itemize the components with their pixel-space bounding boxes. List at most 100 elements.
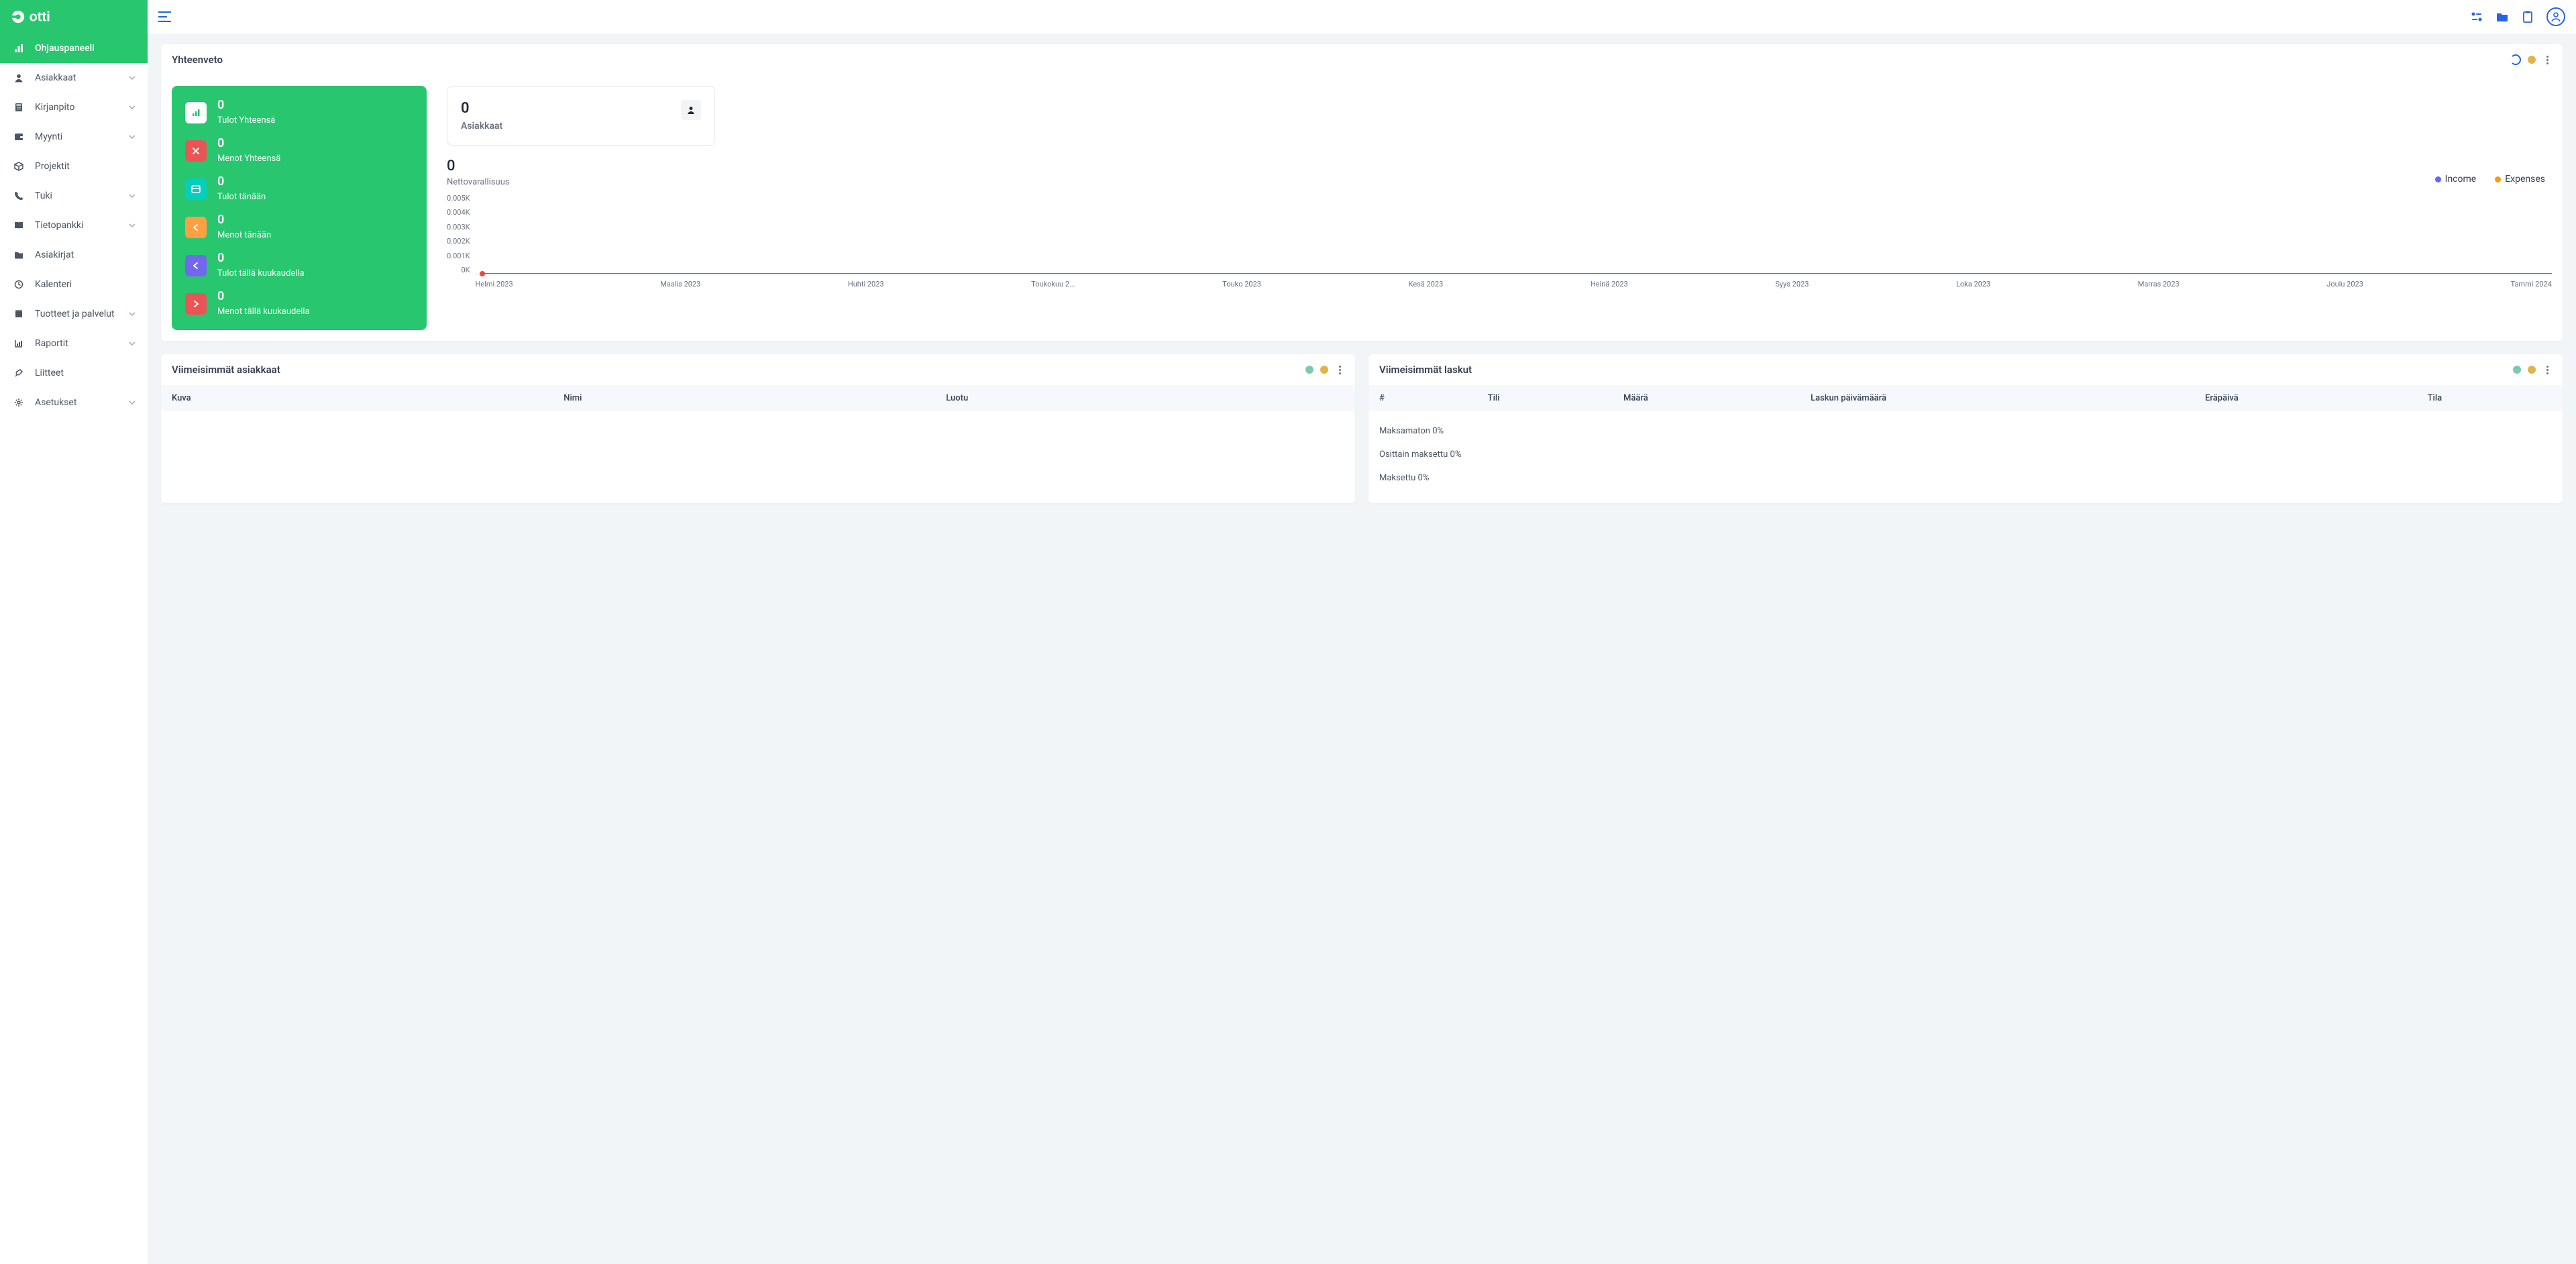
- table-header: Nimi: [553, 385, 935, 411]
- stat-row: 0Menot tänään: [185, 214, 413, 240]
- nav-item-myynti[interactable]: Myynti: [0, 122, 148, 152]
- user-avatar[interactable]: [2546, 7, 2565, 26]
- stat-label: Tulot tänään: [217, 192, 266, 202]
- sidebar: otti Ohjauspaneeli Asiakkaat Kirjanpito Myy…: [0, 0, 148, 1264]
- table-header: Tila: [2417, 385, 2563, 411]
- overview-title: Yhteenveto: [172, 54, 223, 66]
- stat-row: 0Tulot tällä kuukaudella: [185, 252, 413, 278]
- stat-value: 0: [217, 99, 275, 111]
- stats-panel: 0Tulot Yhteensä0Menot Yhteensä0Tulot tän…: [172, 86, 427, 330]
- nav-item-kirjanpito[interactable]: Kirjanpito: [0, 93, 148, 122]
- y-tick: 0.004K: [447, 208, 470, 217]
- kebab-menu[interactable]: [1335, 366, 1344, 374]
- x-tick: Tammi 2024: [2510, 280, 2551, 288]
- clients-label: Asiakkaat: [461, 121, 502, 131]
- table-header: Kuva: [161, 385, 553, 411]
- chevron-down-icon: [129, 223, 136, 227]
- nav-item-tietopankki[interactable]: Tietopankki: [0, 211, 148, 240]
- nav-label: Asiakkaat: [35, 72, 76, 83]
- y-tick: 0.001K: [447, 252, 470, 260]
- invoice-status: Maksamaton 0%: [1379, 419, 2552, 443]
- bars-icon: [12, 42, 25, 55]
- table-header: Määrä: [1613, 385, 1800, 411]
- overview-card: Yhteenveto 0Tulot Yhteensä0Menot Yhteens…: [161, 44, 2563, 341]
- kebab-menu[interactable]: [2542, 366, 2552, 374]
- menu-toggle-icon[interactable]: [158, 11, 172, 22]
- nav-item-raportit[interactable]: Raportit: [0, 329, 148, 358]
- user-icon: [12, 71, 25, 85]
- stat-row: 0 Tulot Yhteensä: [185, 99, 413, 125]
- x-tick: Toukokuu 2...: [1031, 280, 1075, 288]
- invoice-status: Maksettu 0%: [1379, 466, 2552, 490]
- recent-invoices-table: #TiliMääräLaskun päivämääräEräpäiväTila: [1368, 385, 2563, 411]
- networth-chart: Income Expenses 0.005K0.004K0.003K0.002K…: [447, 194, 2552, 288]
- invoice-status: Osittain maksettu 0%: [1379, 443, 2552, 466]
- nav-label: Myynti: [35, 131, 62, 142]
- table-header: Tili: [1477, 385, 1613, 411]
- y-tick: 0.005K: [447, 194, 470, 203]
- recent-clients-table: KuvaNimiLuotu: [161, 385, 1355, 438]
- nav-item-projektit[interactable]: Projektit: [0, 152, 148, 181]
- status-dot-green[interactable]: [1305, 366, 1313, 374]
- book-icon: [12, 219, 25, 232]
- x-tick: Kesä 2023: [1409, 280, 1444, 288]
- status-dot-green[interactable]: [2513, 366, 2521, 374]
- stat-icon: [185, 102, 207, 123]
- nav-label: Tuotteet ja palvelut: [35, 309, 115, 319]
- status-dot-yellow[interactable]: [2528, 366, 2536, 374]
- stat-icon: [185, 178, 207, 200]
- svg-text:otti: otti: [30, 9, 50, 24]
- nav-item-asiakkaat[interactable]: Asiakkaat: [0, 63, 148, 93]
- nav-item-asiakirjat[interactable]: Asiakirjat: [0, 240, 148, 270]
- wallet-icon: [12, 130, 25, 144]
- x-tick: Helmi 2023: [476, 280, 513, 288]
- chevron-down-icon: [129, 135, 136, 139]
- x-tick: Touko 2023: [1222, 280, 1261, 288]
- brand-logo[interactable]: otti: [0, 0, 148, 34]
- nav-item-tuotteet-ja-palvelut[interactable]: Tuotteet ja palvelut: [0, 299, 148, 329]
- folder-icon: [12, 248, 25, 262]
- chevron-down-icon: [129, 76, 136, 80]
- recent-clients-title: Viimeisimmät asiakkaat: [172, 364, 280, 376]
- chevron-down-icon: [129, 105, 136, 109]
- nav-label: Projektit: [35, 161, 70, 172]
- stat-label: Tulot Yhteensä: [217, 115, 275, 125]
- kebab-menu[interactable]: [2542, 56, 2552, 64]
- nav-label: Kalenteri: [35, 279, 72, 290]
- nav-item-liitteet[interactable]: Liitteet: [0, 358, 148, 388]
- status-dot-yellow[interactable]: [2528, 56, 2536, 64]
- clients-card: 0 Asiakkaat: [447, 86, 715, 146]
- user-icon: [681, 100, 701, 120]
- chevron-down-icon: [129, 194, 136, 198]
- nav-label: Tietopankki: [35, 220, 83, 231]
- nav-item-tuki[interactable]: Tuki: [0, 181, 148, 211]
- nav-item-asetukset[interactable]: Asetukset: [0, 388, 148, 417]
- chart-icon: [12, 337, 25, 350]
- clock-icon: [12, 278, 25, 291]
- x-tick: Heinä 2023: [1591, 280, 1628, 288]
- toggles-icon[interactable]: [2470, 10, 2483, 23]
- recent-invoices-card: Viimeisimmät laskut #TiliMääräLaskun päi…: [1368, 354, 2563, 503]
- stat-value: 0: [217, 214, 271, 226]
- clipboard-icon[interactable]: [2521, 10, 2534, 23]
- refresh-icon[interactable]: [2510, 54, 2521, 65]
- table-header: #: [1368, 385, 1477, 411]
- stat-value: 0: [217, 252, 305, 264]
- stat-value: 0: [217, 291, 310, 303]
- legend-expenses: Expenses: [2495, 174, 2545, 185]
- topbar: [148, 0, 2576, 34]
- folder-icon[interactable]: [2496, 10, 2509, 23]
- table-header: Laskun päivämäärä: [1800, 385, 2194, 411]
- stat-row: 0Menot tällä kuukaudella: [185, 291, 413, 317]
- calc-icon: [12, 101, 25, 114]
- nav-label: Asetukset: [35, 397, 76, 408]
- chevron-down-icon: [129, 341, 136, 346]
- product-icon: [12, 307, 25, 321]
- pin-icon: [12, 366, 25, 380]
- nav-item-kalenteri[interactable]: Kalenteri: [0, 270, 148, 299]
- stat-row: 0Tulot tänään: [185, 176, 413, 202]
- recent-clients-card: Viimeisimmät asiakkaat KuvaNimiLuotu: [161, 354, 1355, 503]
- status-dot-yellow[interactable]: [1320, 366, 1328, 374]
- nav-item-ohjauspaneeli[interactable]: Ohjauspaneeli: [0, 34, 148, 63]
- stat-icon: [185, 217, 207, 238]
